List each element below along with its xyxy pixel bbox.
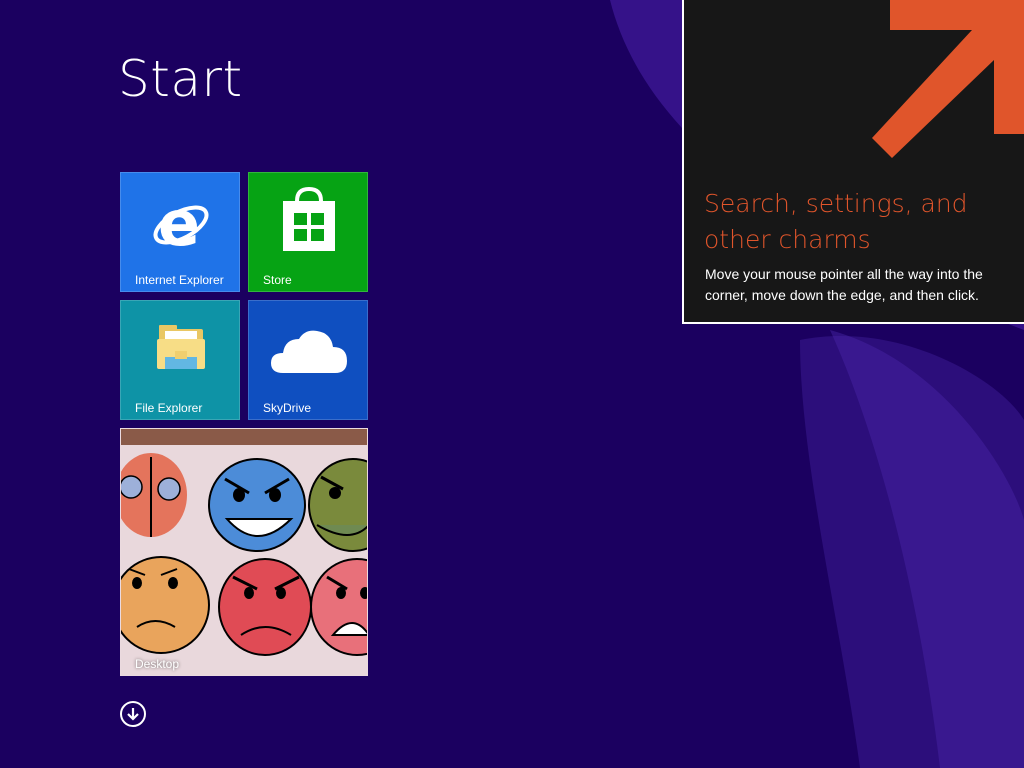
tip-heading-line: Search, settings, and (704, 189, 968, 218)
tile-store[interactable]: Store (248, 172, 368, 292)
cloud-icon (271, 330, 347, 373)
tip-heading: Search, settings, and other charms (704, 186, 1004, 258)
tile-label: File Explorer (135, 401, 203, 415)
tile-desktop[interactable]: Desktop (120, 428, 368, 676)
store-bag-icon (283, 187, 335, 251)
tile-label: Internet Explorer (135, 273, 224, 287)
tile-label: Store (263, 273, 292, 287)
tile-internet-explorer[interactable]: e Internet Explorer (120, 172, 240, 292)
arrow-up-right-icon (872, 0, 1024, 158)
tip-body-line: corner, move down the edge, and then cli… (705, 287, 979, 303)
start-screen-title: Start (118, 50, 243, 108)
svg-text:e: e (158, 193, 200, 255)
tip-heading-line: other charms (704, 225, 871, 254)
charms-tip-panel: Search, settings, and other charms Move … (682, 0, 1024, 324)
arrow-down-circle-icon (127, 708, 139, 721)
tip-body-line: Move your mouse pointer all the way into… (705, 266, 983, 282)
tile-label: SkyDrive (263, 401, 312, 415)
folder-icon (157, 325, 205, 369)
internet-explorer-icon: e (153, 193, 209, 255)
desktop-wallpaper-image (121, 429, 367, 675)
all-apps-button[interactable] (120, 701, 146, 727)
tile-label: Desktop (135, 657, 180, 671)
tile-file-explorer[interactable]: File Explorer (120, 300, 240, 420)
tip-body: Move your mouse pointer all the way into… (705, 264, 1015, 306)
tile-skydrive[interactable]: SkyDrive (248, 300, 368, 420)
